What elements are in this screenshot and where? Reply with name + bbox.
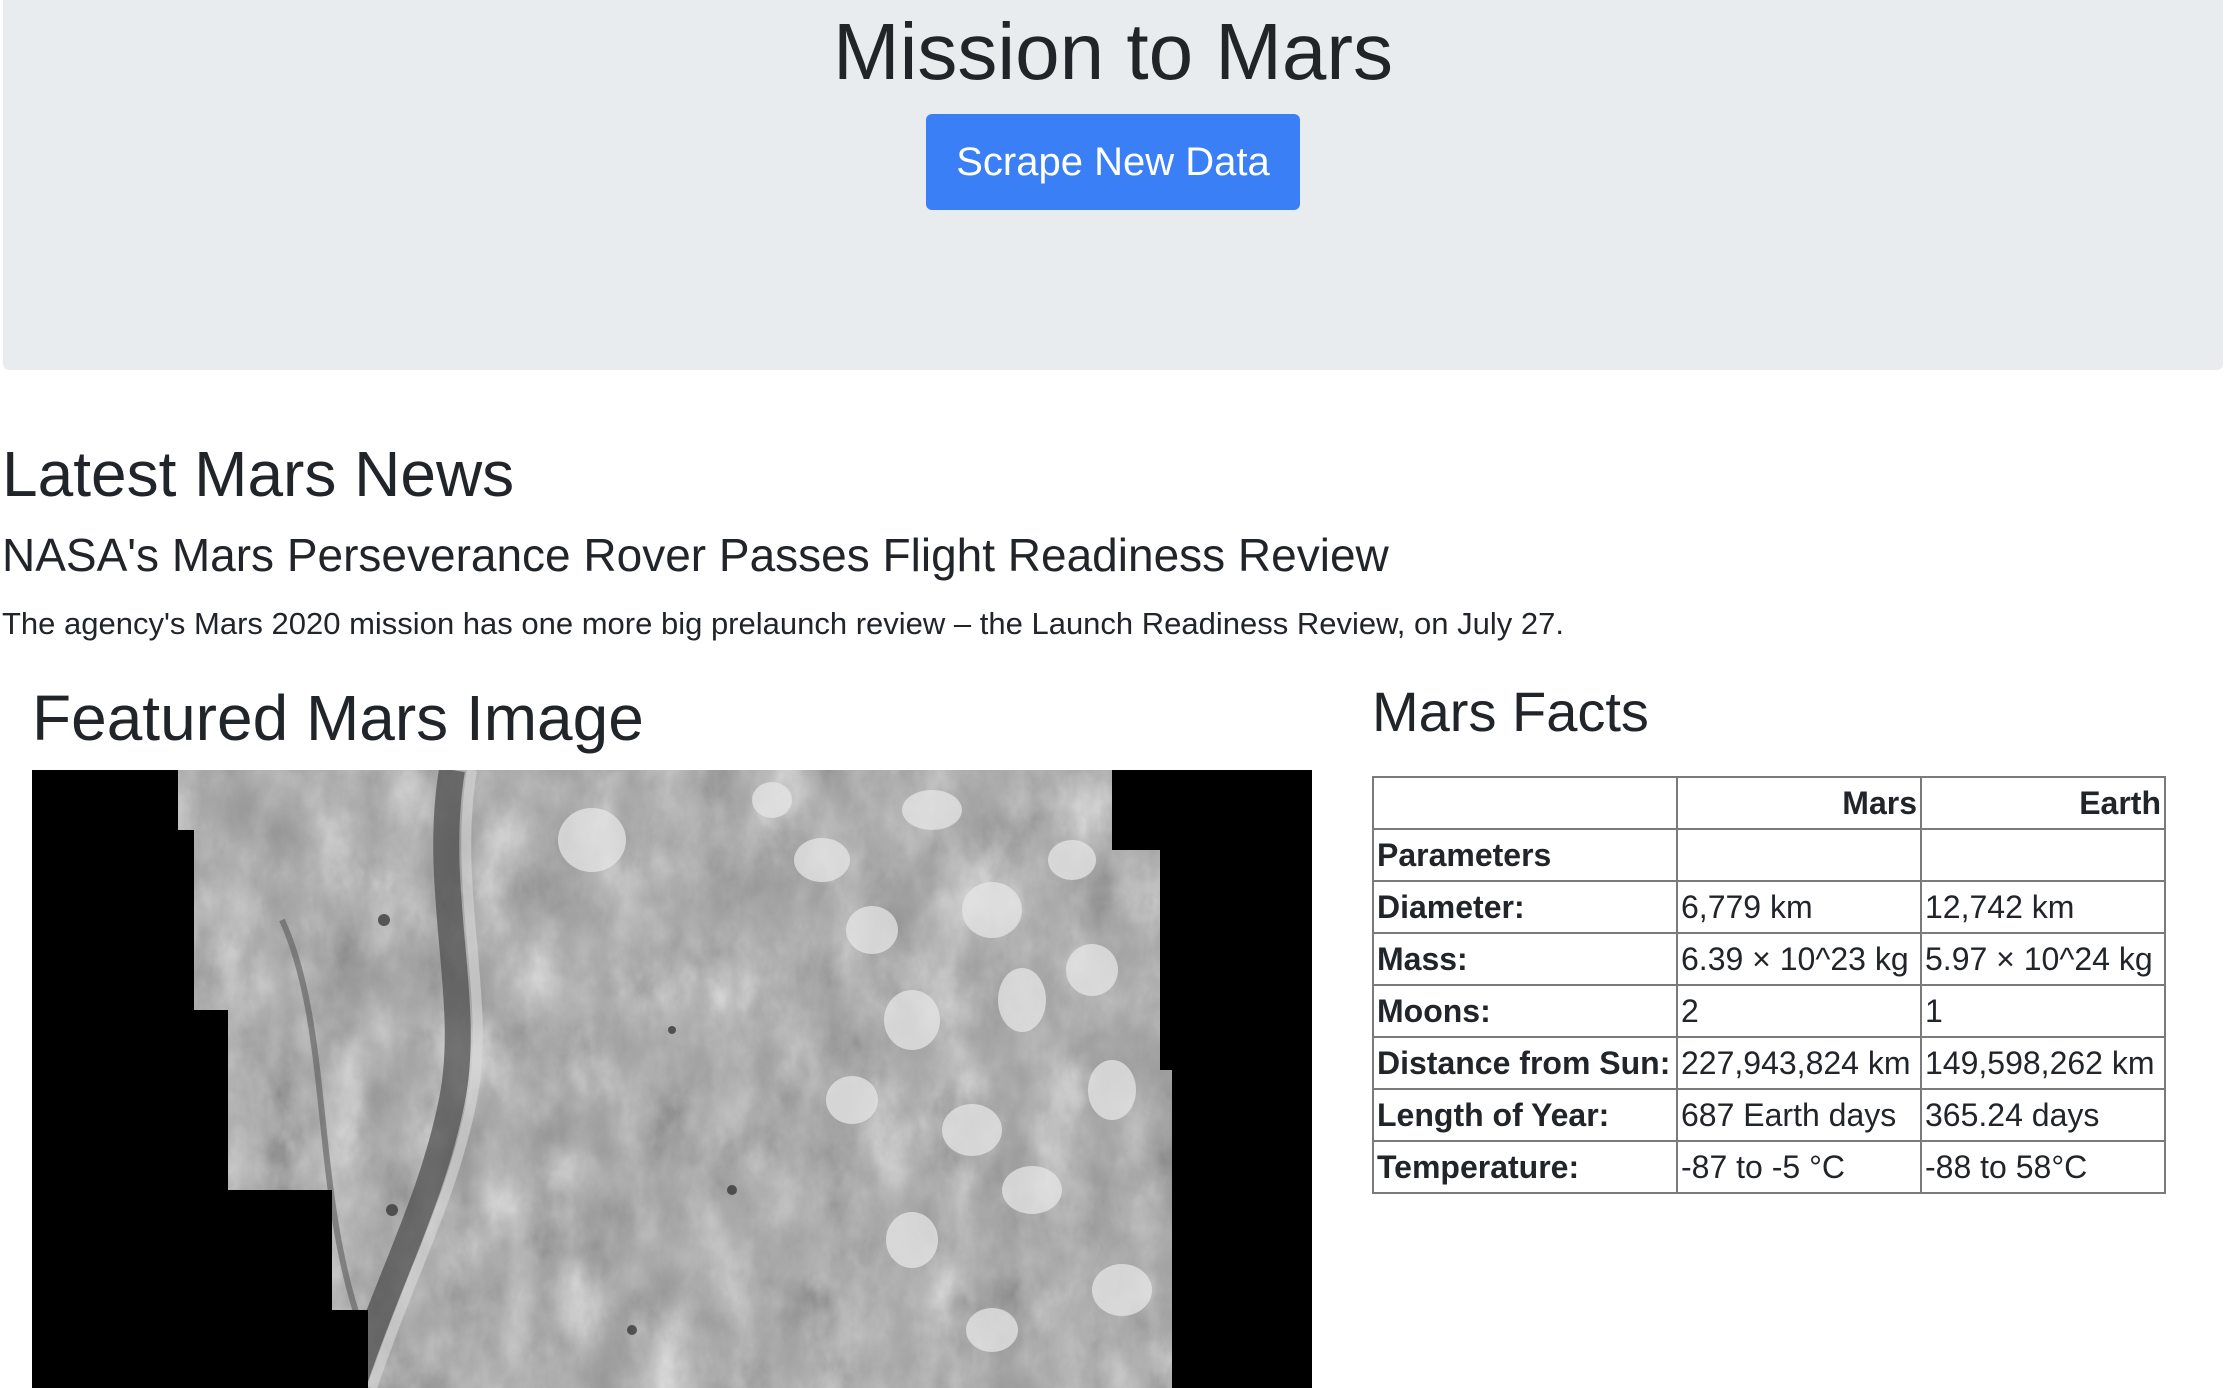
table-index-row: Parameters [1372,828,2166,882]
table-row: Length of Year: 687 Earth days 365.24 da… [1372,1088,2166,1142]
table-header-row: Mars Earth [1372,776,2166,830]
index-label: Parameters [1372,828,1678,882]
earth-value: -88 to 58°C [1920,1140,2166,1194]
row-label: Length of Year: [1372,1088,1678,1142]
mars-value: 227,943,824 km [1676,1036,1922,1090]
index-cell-empty [1920,828,2166,882]
latest-news-heading: Latest Mars News [2,438,515,510]
row-label: Diameter: [1372,880,1678,934]
mars-value: -87 to -5 °C [1676,1140,1922,1194]
index-cell-empty [1676,828,1922,882]
mars-value: 687 Earth days [1676,1088,1922,1142]
column-header-earth: Earth [1920,776,2166,830]
featured-mars-image[interactable] [32,770,1312,1388]
mars-value: 6.39 × 10^23 kg [1676,932,1922,986]
featured-image-heading: Featured Mars Image [32,682,644,754]
scrape-new-data-button[interactable]: Scrape New Data [926,114,1300,210]
table-row: Distance from Sun: 227,943,824 km 149,59… [1372,1036,2166,1090]
earth-value: 149,598,262 km [1920,1036,2166,1090]
row-label: Mass: [1372,932,1678,986]
earth-value: 365.24 days [1920,1088,2166,1142]
jumbotron-header: Mission to Mars Scrape New Data [3,0,2223,370]
earth-value: 1 [1920,984,2166,1038]
row-label: Moons: [1372,984,1678,1038]
mars-value: 2 [1676,984,1922,1038]
page-title: Mission to Mars [832,7,1394,96]
row-label: Distance from Sun: [1372,1036,1678,1090]
column-header-mars: Mars [1676,776,1922,830]
column-header-blank [1372,776,1678,830]
earth-value: 12,742 km [1920,880,2166,934]
table-row: Moons: 2 1 [1372,984,2166,1038]
mars-surface-picture [32,770,1312,1388]
table-row: Temperature: -87 to -5 °C -88 to 58°C [1372,1140,2166,1194]
news-teaser: The agency's Mars 2020 mission has one m… [2,606,1564,641]
mars-facts-table: Mars Earth Parameters Diameter: 6,779 km… [1372,776,2166,1194]
earth-value: 5.97 × 10^24 kg [1920,932,2166,986]
mars-value: 6,779 km [1676,880,1922,934]
mars-facts-heading: Mars Facts [1372,680,1649,743]
row-label: Temperature: [1372,1140,1678,1194]
table-row: Mass: 6.39 × 10^23 kg 5.97 × 10^24 kg [1372,932,2166,986]
news-title: NASA's Mars Perseverance Rover Passes Fl… [2,529,1389,581]
table-row: Diameter: 6,779 km 12,742 km [1372,880,2166,934]
